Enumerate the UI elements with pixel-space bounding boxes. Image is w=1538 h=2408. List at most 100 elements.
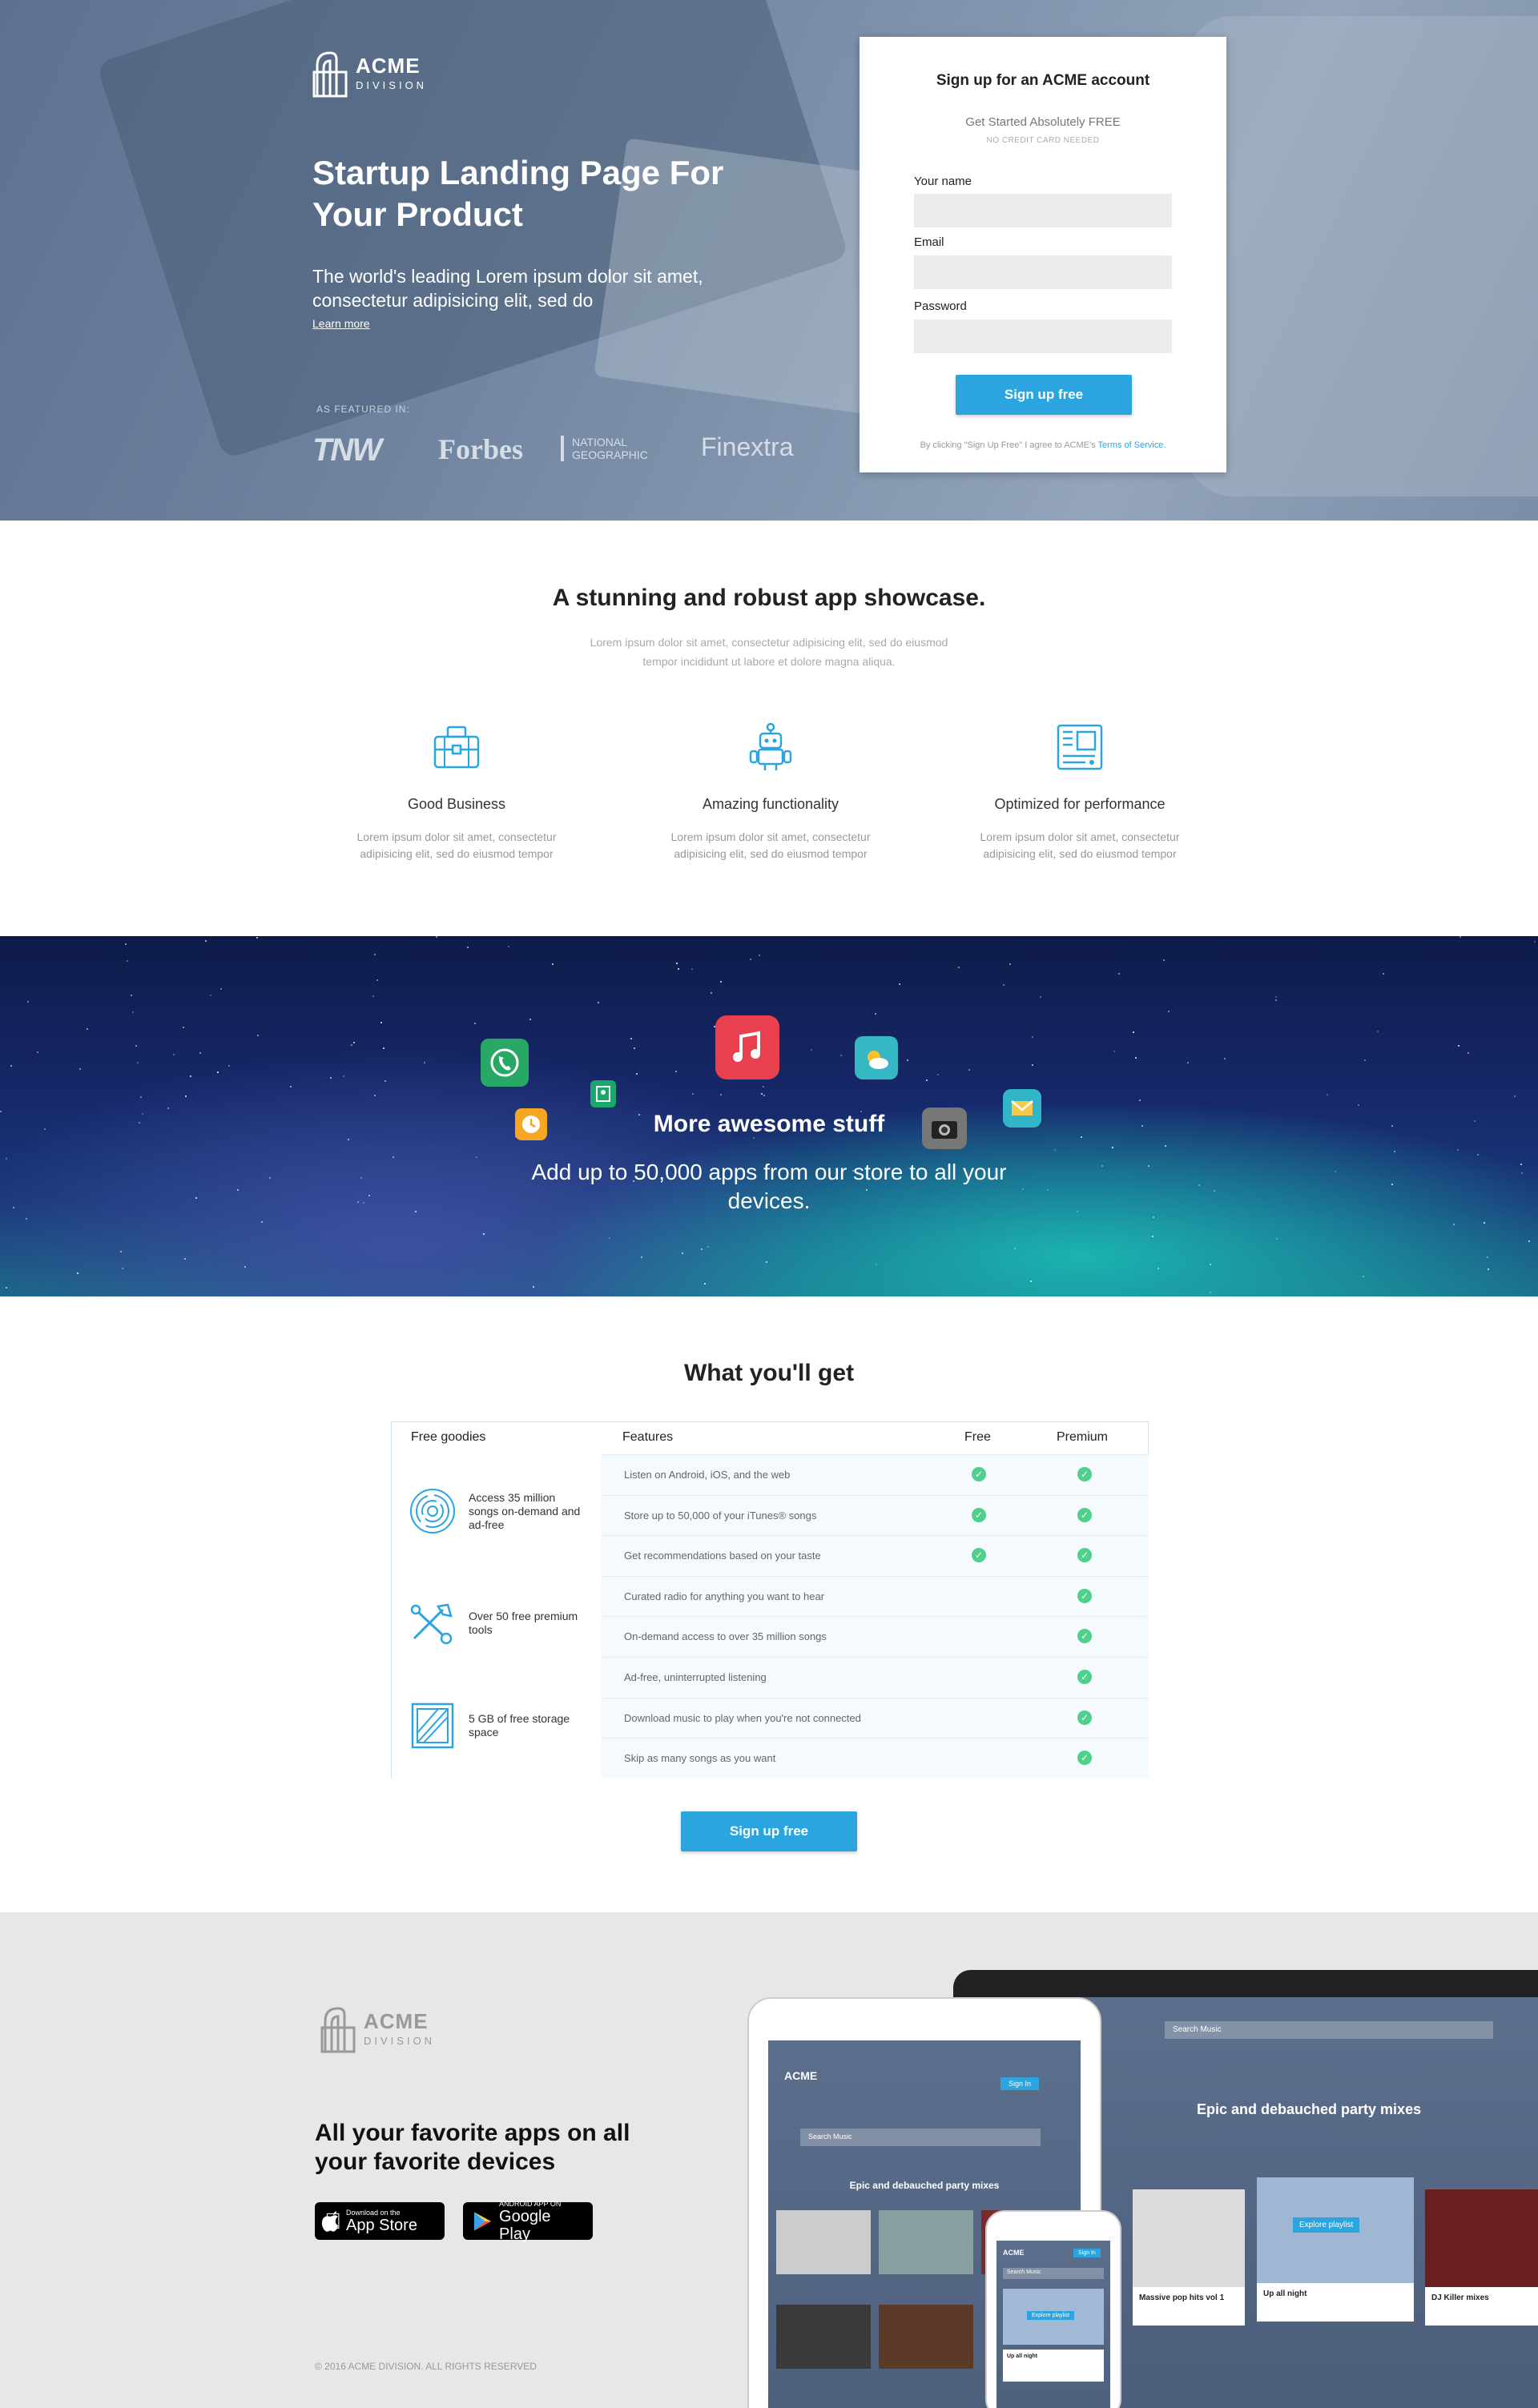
star bbox=[1003, 984, 1005, 986]
copyright: © 2016 ACME DIVISION. ALL RIGHTS RESERVE… bbox=[315, 2361, 537, 2372]
logo-name: ACME bbox=[356, 53, 421, 78]
signup-terms: By clicking "Sign Up Free" I agree to AC… bbox=[860, 440, 1226, 450]
google-play-small: ANDROID APP ON bbox=[499, 2199, 562, 2208]
star bbox=[1163, 959, 1165, 961]
hero-headline: Startup Landing Page For Your Product bbox=[312, 154, 724, 233]
pricing-signup-button[interactable]: Sign up free bbox=[681, 1811, 857, 1851]
star bbox=[763, 1086, 764, 1087]
star bbox=[1377, 1031, 1379, 1032]
star bbox=[711, 992, 712, 994]
star bbox=[27, 1001, 29, 1003]
robot-icon bbox=[744, 721, 797, 774]
star bbox=[330, 1077, 332, 1079]
feature-row: Download music to play when you're not c… bbox=[602, 1697, 1149, 1739]
star bbox=[1047, 1189, 1049, 1191]
star bbox=[269, 1177, 271, 1179]
feature-amazing-functionality: Amazing functionality Lorem ipsum dolor … bbox=[650, 721, 891, 862]
explore-playlist-button: Explore playlist bbox=[1293, 2217, 1360, 2233]
tools-icon bbox=[408, 1598, 457, 1648]
star bbox=[374, 954, 376, 955]
star bbox=[372, 995, 374, 997]
phone-screen: ACME Sign In Search Music Explore playli… bbox=[996, 2241, 1110, 2408]
star bbox=[384, 1080, 386, 1082]
star bbox=[1484, 1222, 1485, 1224]
star bbox=[87, 1028, 88, 1030]
star bbox=[1275, 996, 1277, 998]
star bbox=[750, 959, 751, 960]
password-label: Password bbox=[914, 299, 967, 313]
star bbox=[533, 1286, 534, 1288]
star bbox=[1054, 1149, 1056, 1151]
email-field[interactable] bbox=[914, 255, 1172, 289]
star bbox=[351, 1044, 352, 1046]
star bbox=[1133, 1031, 1134, 1033]
star bbox=[348, 1139, 349, 1140]
star bbox=[244, 1266, 246, 1268]
name-field[interactable] bbox=[914, 194, 1172, 227]
star bbox=[1528, 1240, 1530, 1242]
apps-desc: Add up to 50,000 apps from our store to … bbox=[531, 1160, 1007, 1213]
star bbox=[120, 1251, 122, 1252]
feature-row: Store up to 50,000 of your iTunes® songs… bbox=[602, 1494, 1149, 1536]
feature-title: Optimized for performance bbox=[994, 796, 1166, 812]
star bbox=[132, 1011, 134, 1013]
terms-link[interactable]: Terms of Service. bbox=[1097, 440, 1166, 450]
signup-button[interactable]: Sign up free bbox=[956, 375, 1132, 415]
feature-title: Amazing functionality bbox=[702, 796, 839, 812]
star bbox=[692, 1093, 694, 1095]
goodie-item: Access 35 million songs on-demand and ad… bbox=[408, 1486, 581, 1536]
star bbox=[1453, 1224, 1455, 1225]
weather-icon bbox=[855, 1036, 898, 1079]
star bbox=[424, 1062, 425, 1063]
card-title: DJ Killer mixes bbox=[1425, 2287, 1538, 2326]
feature-row: Skip as many songs as you want ✓ bbox=[602, 1738, 1149, 1779]
acme-logo-icon bbox=[312, 48, 348, 98]
star bbox=[183, 1027, 184, 1028]
desktop-card: Explore playlist Up all night bbox=[1257, 2177, 1414, 2322]
feature-good-business: Good Business Lorem ipsum dolor sit amet… bbox=[336, 721, 577, 862]
star bbox=[228, 1065, 230, 1067]
star bbox=[720, 981, 722, 983]
feature-row-text: Download music to play when you're not c… bbox=[624, 1711, 861, 1724]
star bbox=[1364, 1059, 1366, 1061]
storage-icon bbox=[408, 1701, 457, 1751]
apps-title: More awesome stuff bbox=[653, 1111, 885, 1137]
hero-logo[interactable]: ACME DIVISION bbox=[312, 48, 427, 98]
feature-row-text: Ad-free, uninterrupted listening bbox=[624, 1671, 767, 1683]
tablet-tile bbox=[879, 2210, 973, 2274]
learn-more-link[interactable]: Learn more bbox=[312, 317, 370, 330]
premium-check-icon: ✓ bbox=[1077, 1751, 1092, 1766]
goodie-text: 5 GB of free storage space bbox=[469, 1712, 570, 1739]
star bbox=[220, 988, 222, 990]
star bbox=[707, 1246, 709, 1248]
star bbox=[907, 1059, 908, 1061]
star bbox=[720, 1094, 722, 1095]
showcase-subtitle: Lorem ipsum dolor sit amet, consectetur … bbox=[590, 636, 948, 668]
music-icon bbox=[715, 1015, 779, 1079]
star bbox=[131, 995, 132, 996]
star bbox=[636, 1073, 638, 1075]
card-title: Massive pop hits vol 1 bbox=[1133, 2287, 1245, 2326]
phone-icon bbox=[481, 1039, 529, 1087]
feature-row: On-demand access to over 35 million song… bbox=[602, 1616, 1149, 1657]
hero-section: ACME DIVISION Startup Landing Page For Y… bbox=[0, 0, 1538, 521]
password-field[interactable] bbox=[914, 320, 1172, 353]
tablet-tile bbox=[776, 2210, 871, 2274]
star bbox=[10, 1065, 12, 1067]
star bbox=[185, 1095, 187, 1097]
star bbox=[958, 967, 960, 968]
star bbox=[1457, 1149, 1459, 1151]
app-store-button[interactable]:  Download on the App Store bbox=[315, 2202, 445, 2240]
footer-logo[interactable]: ACME DIVISION bbox=[320, 2004, 435, 2053]
star bbox=[380, 1022, 382, 1023]
star bbox=[876, 1264, 877, 1265]
star bbox=[704, 1283, 706, 1284]
google-play-button[interactable]: ANDROID APP ON Google Play bbox=[463, 2199, 593, 2243]
star bbox=[1165, 1145, 1166, 1147]
press-logo-tnw: TNW bbox=[312, 432, 382, 468]
feature-desc: Lorem ipsum dolor sit amet, consectetur … bbox=[670, 830, 871, 860]
star bbox=[122, 1268, 123, 1269]
star bbox=[676, 963, 678, 964]
star bbox=[1158, 1268, 1159, 1269]
star bbox=[1112, 1147, 1113, 1148]
